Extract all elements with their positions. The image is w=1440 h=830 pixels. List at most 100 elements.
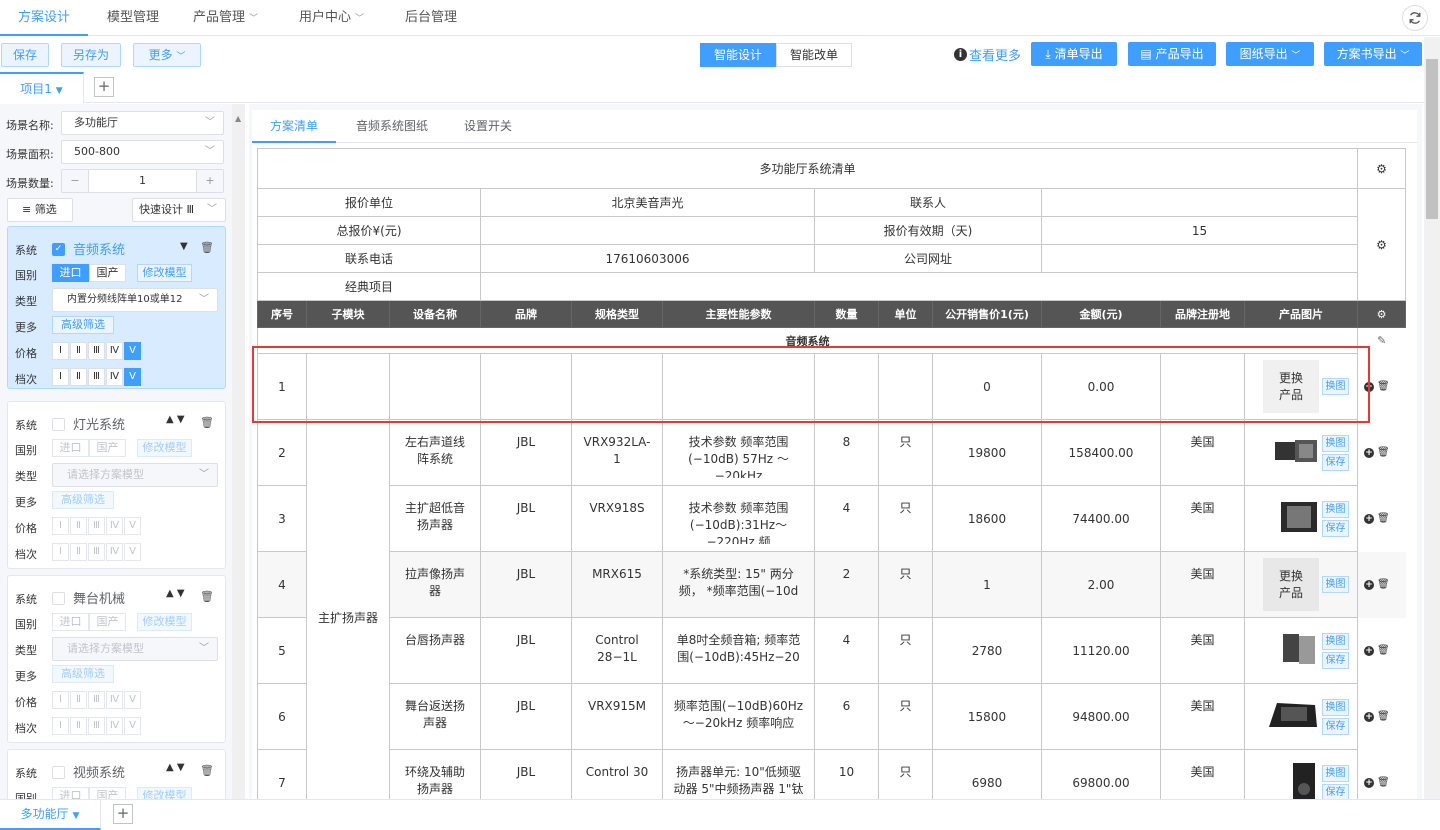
add-scene-button[interactable]: + xyxy=(113,804,133,824)
save-button[interactable]: 保存 xyxy=(1,43,49,67)
nav-scheme-design[interactable]: 方案设计 xyxy=(0,0,88,36)
level-4[interactable]: Ⅳ xyxy=(106,368,123,386)
filter-button[interactable]: ≡ 筛选 xyxy=(7,198,73,222)
add-row-icon[interactable]: + xyxy=(1364,645,1374,656)
level-1[interactable]: Ⅰ xyxy=(52,691,69,709)
advanced-filter-button[interactable]: 高级筛选 xyxy=(52,665,114,683)
swap-image-button[interactable]: 换图 xyxy=(1322,632,1349,650)
trash-icon[interactable]: 🗑 xyxy=(1377,777,1390,788)
swap-image-button[interactable]: 换图 xyxy=(1322,764,1349,782)
domestic-tag[interactable]: 国产 xyxy=(89,439,126,457)
params[interactable]: 技术参数 频率范围(−10dB) 57Hz ～ −20kHz xyxy=(664,421,814,478)
trash-icon[interactable]: 🗑 xyxy=(200,416,214,429)
export-drawing-button[interactable]: 图纸导出 ﹀ xyxy=(1226,42,1314,66)
save-image-button[interactable]: 保存 xyxy=(1322,783,1349,799)
model[interactable]: Control 30 xyxy=(573,751,662,786)
edit-model-button[interactable]: 修改模型 xyxy=(137,613,192,631)
change-product-button[interactable]: 更换 产品 xyxy=(1263,360,1319,413)
swap-image-button[interactable]: 换图 xyxy=(1322,434,1349,452)
domestic-tag[interactable]: 国产 xyxy=(89,613,126,631)
quantity[interactable]: 2 xyxy=(816,553,878,588)
level-5[interactable]: Ⅴ xyxy=(124,342,141,360)
level-1[interactable]: Ⅰ xyxy=(52,368,69,386)
sort-arrows-icon[interactable]: ▲ ▼ xyxy=(166,588,185,599)
brand[interactable]: JBL xyxy=(482,487,571,522)
brand[interactable]: JBL xyxy=(482,553,571,588)
origin[interactable]: 美国 xyxy=(1162,421,1244,456)
quote-unit-value[interactable]: 北京美音声光 xyxy=(480,188,815,217)
save-image-button[interactable]: 保存 xyxy=(1322,453,1349,471)
edit-model-button[interactable]: 修改模型 xyxy=(137,439,192,457)
swap-image-button[interactable]: 换图 xyxy=(1322,500,1349,518)
level-3[interactable]: Ⅲ xyxy=(88,368,105,386)
params[interactable]: 扬声器单元: 10"低频驱动器 5"中频扬声器 1"钛 xyxy=(664,751,814,800)
level-5[interactable]: Ⅴ xyxy=(124,517,141,535)
audio-checkbox[interactable]: ✓ xyxy=(52,243,65,256)
device-name[interactable]: 主扩超低音扬声器 xyxy=(391,487,480,539)
level-3[interactable]: Ⅲ xyxy=(88,717,105,735)
total-value[interactable] xyxy=(480,216,815,245)
more-button[interactable]: 更多 ﹀ xyxy=(133,43,201,67)
price[interactable]: 6980 xyxy=(932,749,1042,799)
unit[interactable] xyxy=(880,355,932,373)
export-proposal-button[interactable]: 方案书导出 ﹀ xyxy=(1324,42,1422,66)
price[interactable]: 1 xyxy=(932,551,1042,618)
save-as-button[interactable]: 另存为 xyxy=(61,43,121,67)
scene-tab[interactable]: 多功能厅 ▼ xyxy=(0,800,101,830)
quantity[interactable]: 4 xyxy=(816,619,878,654)
price[interactable]: 18600 xyxy=(932,485,1042,552)
brand[interactable] xyxy=(482,355,571,373)
edit-model-button[interactable]: 修改模型 xyxy=(137,264,192,282)
import-tag[interactable]: 进口 xyxy=(52,787,89,799)
level-2[interactable]: Ⅱ xyxy=(70,342,87,360)
origin[interactable]: 美国 xyxy=(1162,553,1244,588)
level-1[interactable]: Ⅰ xyxy=(52,342,69,360)
nav-backend[interactable]: 后台管理 xyxy=(405,0,457,36)
level-5[interactable]: Ⅴ xyxy=(124,691,141,709)
advanced-filter-button[interactable]: 高级筛选 xyxy=(52,316,114,334)
add-row-icon[interactable]: + xyxy=(1364,711,1374,722)
origin[interactable]: 美国 xyxy=(1162,487,1244,522)
device-name[interactable]: 环绕及辅助扬声器 xyxy=(391,751,480,800)
stage-checkbox[interactable] xyxy=(52,592,65,605)
import-tag[interactable]: 进口 xyxy=(52,439,89,457)
edit-model-button[interactable]: 修改模型 xyxy=(137,787,192,799)
scroll-up-icon[interactable]: ▲ xyxy=(235,114,241,123)
change-product-button[interactable]: 更换 产品 xyxy=(1263,558,1319,611)
save-image-button[interactable]: 保存 xyxy=(1322,651,1349,669)
unit[interactable]: 只 xyxy=(880,685,932,720)
price[interactable]: 19800 xyxy=(932,419,1042,486)
level-5[interactable]: Ⅴ xyxy=(124,368,141,386)
model[interactable] xyxy=(573,355,662,373)
trash-icon[interactable]: 🗑 xyxy=(200,241,214,254)
video-checkbox[interactable] xyxy=(52,766,65,779)
scene-area-select[interactable]: 500-800 ﹀ xyxy=(61,140,224,164)
export-product-button[interactable]: ▤ 产品导出 xyxy=(1128,42,1216,66)
unit[interactable]: 只 xyxy=(880,553,932,588)
level-3[interactable]: Ⅲ xyxy=(88,342,105,360)
classic-project-value[interactable] xyxy=(480,272,1358,301)
level-3[interactable]: Ⅲ xyxy=(88,543,105,561)
import-tag[interactable]: 进口 xyxy=(52,264,89,282)
price[interactable]: 15800 xyxy=(932,683,1042,750)
brand[interactable]: JBL xyxy=(482,751,571,786)
quick-design-select[interactable]: 快速设计 Ⅲ ﹀ xyxy=(132,198,226,222)
trash-icon[interactable]: 🗑 xyxy=(1377,711,1390,722)
edit-icon[interactable]: ✎ xyxy=(1358,328,1406,354)
valid-days-value[interactable]: 15 xyxy=(1041,216,1358,245)
level-2[interactable]: Ⅱ xyxy=(70,543,87,561)
sort-arrows-icon[interactable]: ▲ ▼ xyxy=(166,414,185,425)
origin[interactable] xyxy=(1162,355,1244,373)
add-row-icon[interactable]: + xyxy=(1364,513,1374,524)
view-more-link[interactable]: i 查看更多 xyxy=(954,45,1021,64)
level-4[interactable]: Ⅳ xyxy=(106,517,123,535)
tab-settings[interactable]: 设置开关 xyxy=(464,110,512,143)
caret-down-icon[interactable]: ▼ xyxy=(180,241,188,252)
scene-name-select[interactable]: 多功能厅 ﹀ xyxy=(61,111,224,135)
gear-icon[interactable]: ⚙ xyxy=(1357,148,1406,189)
origin[interactable]: 美国 xyxy=(1162,619,1244,654)
model[interactable]: VRX918S xyxy=(573,487,662,522)
add-row-icon[interactable]: + xyxy=(1364,447,1374,458)
params[interactable]: 频率范围(−10dB)60Hz～−20kHz 频率响应 xyxy=(664,685,814,743)
device-name[interactable]: 舞台返送扬声器 xyxy=(391,685,480,737)
